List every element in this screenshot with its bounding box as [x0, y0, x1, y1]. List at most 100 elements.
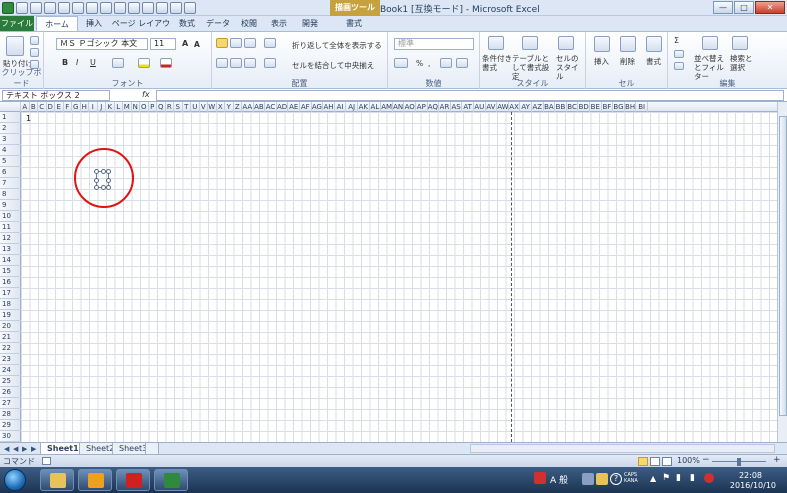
autosum-button[interactable]: Σ [674, 36, 679, 45]
column-header[interactable]: AL [370, 102, 382, 112]
zoom-slider-knob[interactable] [737, 458, 741, 466]
column-header[interactable]: D [47, 102, 55, 112]
insert-cells-button[interactable]: 挿入 [594, 56, 609, 67]
percent-button[interactable]: % [416, 59, 423, 68]
column-header[interactable]: AZ [532, 102, 544, 112]
column-header[interactable]: BH [625, 102, 637, 112]
column-header[interactable]: AG [312, 102, 324, 112]
column-header[interactable]: BE [590, 102, 602, 112]
page-layout-view-icon[interactable] [650, 457, 660, 466]
name-box[interactable]: テキスト ボックス 2 [2, 90, 110, 101]
column-header[interactable]: Q [157, 102, 166, 112]
column-header[interactable]: P [149, 102, 157, 112]
row-header[interactable]: 3 [0, 134, 21, 145]
tab-review[interactable]: 校閲 [236, 16, 262, 31]
tab-home[interactable]: ホーム [36, 16, 78, 32]
column-header[interactable]: W [208, 102, 217, 112]
align-center-icon[interactable] [230, 58, 242, 68]
start-button[interactable] [4, 469, 26, 491]
column-header[interactable]: AW [497, 102, 509, 112]
currency-icon[interactable] [394, 58, 408, 68]
taskbar-explorer-button[interactable] [40, 469, 74, 491]
tab-formulas[interactable]: 数式 [174, 16, 200, 31]
vertical-scrollbar[interactable] [777, 102, 787, 442]
sort-filter-icon[interactable] [702, 36, 718, 50]
filter-icon[interactable] [142, 2, 154, 14]
paint-icon[interactable] [100, 2, 112, 14]
number-format-dropdown[interactable]: 標準 [394, 38, 474, 50]
last-sheet-button[interactable]: ▶ [31, 445, 36, 453]
column-header[interactable]: AO [404, 102, 416, 112]
sort-filter-button[interactable]: 並べ替えとフィルター [694, 54, 730, 81]
tray-expand-icon[interactable]: ▲ [650, 474, 656, 483]
row-header[interactable]: 12 [0, 233, 21, 244]
row-header[interactable]: 10 [0, 211, 21, 222]
column-header[interactable]: AX [509, 102, 521, 112]
column-header[interactable]: AN [393, 102, 405, 112]
bold-button[interactable]: B [62, 58, 68, 67]
tray-volume-icon[interactable] [704, 473, 714, 483]
tray-network-icon[interactable]: ▮ [676, 473, 681, 483]
fill-icon[interactable] [674, 50, 684, 58]
clear-icon[interactable] [674, 62, 684, 70]
find-select-button[interactable]: 検索と選択 [730, 54, 758, 72]
row-header[interactable]: 14 [0, 255, 21, 266]
conditional-format-icon[interactable] [488, 36, 504, 50]
clock-time[interactable]: 22:08 [739, 471, 762, 480]
column-header[interactable]: F [64, 102, 72, 112]
borders-icon[interactable] [112, 58, 124, 68]
column-header[interactable]: AQ [428, 102, 440, 112]
tab-file[interactable]: ファイル [0, 16, 34, 31]
align-top-icon[interactable] [216, 38, 228, 48]
first-sheet-button[interactable]: ◀ [4, 445, 9, 453]
column-header[interactable]: H [81, 102, 89, 112]
copy-icon[interactable] [30, 48, 39, 57]
row-header[interactable]: 7 [0, 178, 21, 189]
column-header[interactable]: AI [335, 102, 347, 112]
grow-font-button[interactable]: A [182, 39, 188, 48]
underline-button[interactable]: U [90, 58, 96, 67]
column-header[interactable]: N [132, 102, 140, 112]
row-header[interactable]: 15 [0, 266, 21, 277]
table-icon[interactable] [128, 2, 140, 14]
column-header[interactable]: BA [544, 102, 556, 112]
column-header[interactable]: E [55, 102, 64, 112]
tab-view[interactable]: 表示 [266, 16, 292, 31]
column-header[interactable]: AT [462, 102, 474, 112]
row-header[interactable]: 5 [0, 156, 21, 167]
shape-icon[interactable] [156, 2, 168, 14]
column-header[interactable]: AP [416, 102, 428, 112]
clock-date[interactable]: 2016/10/10 [730, 481, 776, 490]
column-header[interactable]: X [217, 102, 225, 112]
row-header[interactable]: 30 [0, 431, 21, 442]
column-header[interactable]: BF [602, 102, 614, 112]
row-header[interactable]: 25 [0, 376, 21, 387]
column-header[interactable]: BC [567, 102, 579, 112]
row-header[interactable]: 11 [0, 222, 21, 233]
normal-view-icon[interactable] [638, 457, 648, 466]
minimize-button[interactable]: — [713, 1, 733, 14]
column-header[interactable]: I [89, 102, 98, 112]
column-header[interactable]: B [30, 102, 38, 112]
zoom-out-button[interactable]: − [702, 455, 710, 465]
row-header[interactable]: 26 [0, 387, 21, 398]
align-bottom-icon[interactable] [244, 38, 256, 48]
column-header[interactable]: BB [555, 102, 567, 112]
prev-sheet-button[interactable]: ◀ [13, 445, 18, 453]
indent-icon[interactable] [264, 58, 276, 68]
column-header[interactable]: M [123, 102, 132, 112]
row-header[interactable]: 9 [0, 200, 21, 211]
format-as-table-icon[interactable] [522, 36, 538, 50]
find-select-icon[interactable] [732, 36, 748, 50]
column-header[interactable]: AJ [346, 102, 358, 112]
column-header[interactable]: A [21, 102, 30, 112]
maximize-button[interactable]: □ [734, 1, 754, 14]
column-header[interactable]: BG [613, 102, 625, 112]
column-header[interactable]: AD [277, 102, 289, 112]
cut-icon[interactable] [30, 36, 39, 45]
column-header[interactable]: AR [439, 102, 451, 112]
tab-data[interactable]: データ [204, 16, 232, 31]
column-header[interactable]: AF [300, 102, 312, 112]
column-header[interactable]: AV [486, 102, 498, 112]
shrink-font-button[interactable]: A [194, 40, 200, 49]
